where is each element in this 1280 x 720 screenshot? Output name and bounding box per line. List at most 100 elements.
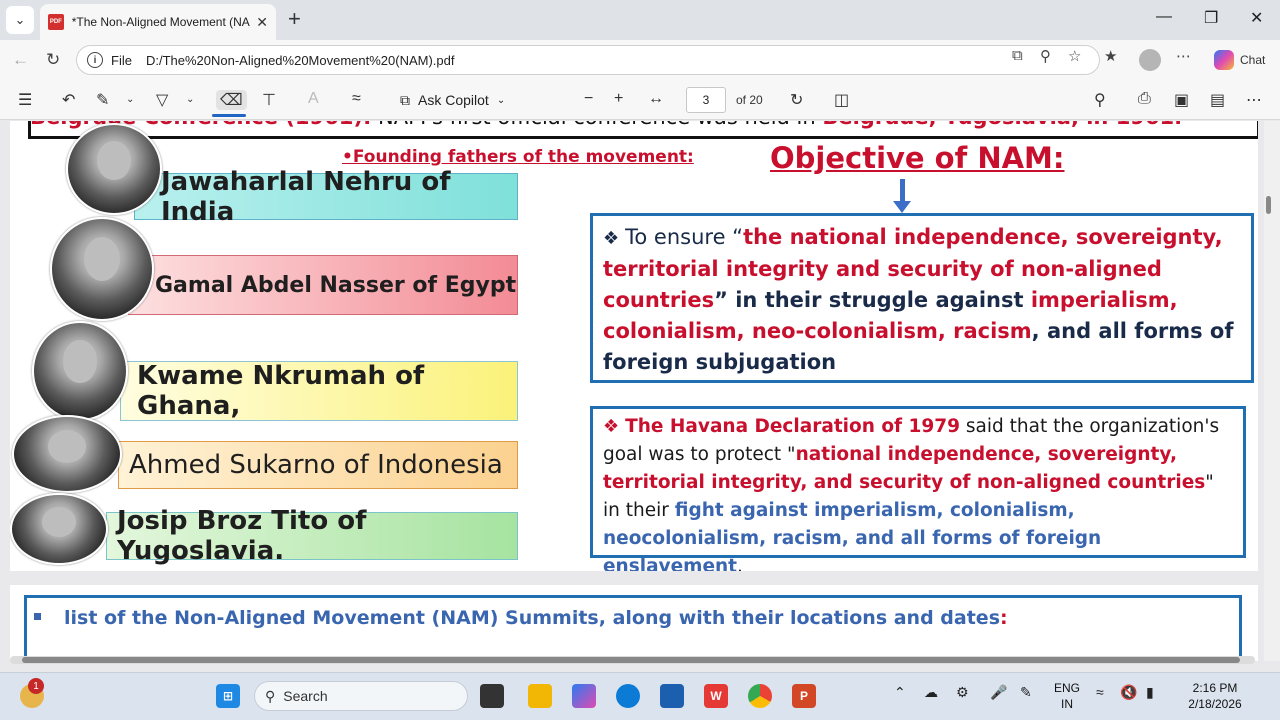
chrome-icon[interactable] xyxy=(748,684,772,708)
powerpoint-icon[interactable]: P xyxy=(792,684,816,708)
leader-name: Gamal Abdel Nasser of Egypt xyxy=(155,272,517,298)
rotate-icon[interactable]: ↻ xyxy=(790,90,803,110)
chat-label: Chat xyxy=(1240,53,1266,67)
page-count: of 20 xyxy=(736,93,763,107)
wps-office-icon[interactable]: W xyxy=(704,684,728,708)
address-bar: ← ↻ i File D:/The%20Non-Aligned%20Moveme… xyxy=(0,40,1280,80)
founders-title: •Founding fathers of the movement: xyxy=(342,147,694,167)
save-icon[interactable]: ▣ xyxy=(1174,90,1189,110)
tray-overflow-chevron-icon[interactable]: ⌃ xyxy=(894,684,906,701)
security-icon[interactable]: ⚙ xyxy=(956,684,969,701)
tab-active[interactable]: PDF *The Non-Aligned Movement (NAM ✕ xyxy=(40,4,276,40)
taskbar xyxy=(0,672,1280,720)
start-windows-icon[interactable]: ⊞ xyxy=(216,684,240,708)
add-text-icon[interactable]: ⊤ xyxy=(262,90,276,110)
pdf-page: Belgrade Conference (1961): NAM's first … xyxy=(10,121,1258,571)
save-as-icon[interactable]: ▤ xyxy=(1210,90,1225,110)
page-number-input[interactable]: 3 xyxy=(686,87,726,113)
highlight-icon[interactable]: ✎ xyxy=(96,90,109,110)
new-tab-plus-icon[interactable]: + xyxy=(288,8,301,30)
summit-heading: list of the Non-Aligned Movement (NAM) S… xyxy=(64,607,1008,629)
horizontal-scroll-thumb[interactable] xyxy=(22,657,1240,663)
clock-date: 2/18/2026 xyxy=(1188,697,1242,711)
vertical-scroll-thumb[interactable] xyxy=(1266,196,1271,214)
down-arrow-icon xyxy=(893,201,911,213)
sukarno-photo xyxy=(12,415,122,493)
undo-icon[interactable]: ↶ xyxy=(62,90,75,110)
pdf-toolbar: ☰ ↶ ✎ ⌄ ▽ ⌄ ⌫ ⊤ A ≈ − + ↔ ↻ ◫ ⚲ ⎙ ▣ ▤ ⋯ xyxy=(0,80,1280,120)
find-icon[interactable]: ⚲ xyxy=(1094,90,1106,110)
search-label: Search xyxy=(283,688,328,704)
nehru-photo xyxy=(66,123,162,215)
edge-browser-icon[interactable] xyxy=(616,684,640,708)
objective-box: ❖ To ensure “the national independence, s… xyxy=(590,213,1254,383)
input-language[interactable]: ENG IN xyxy=(1052,680,1082,712)
url-text[interactable]: D:/The%20Non-Aligned%20Movement%20(NAM).… xyxy=(146,53,455,68)
objective-lead: To ensure “ xyxy=(625,225,744,249)
onedrive-cloud-icon[interactable]: ☁ xyxy=(924,684,938,701)
tab-close-icon[interactable]: ✕ xyxy=(256,14,268,31)
pdf-favicon-icon: PDF xyxy=(48,14,64,30)
translate-icon[interactable]: ≈ xyxy=(352,90,361,108)
leader-box-nasser: Gamal Abdel Nasser of Egypt xyxy=(128,255,518,315)
task-view-icon[interactable] xyxy=(480,684,504,708)
leader-box-tito: Josip Broz Tito of Yugoslavia. xyxy=(106,506,518,566)
pen-icon[interactable]: ✎ xyxy=(1020,684,1032,701)
more-menu-icon[interactable]: ⋯ xyxy=(1176,47,1191,65)
wifi-icon[interactable]: ≈ xyxy=(1096,684,1104,700)
system-clock[interactable]: 2:16 PM 2/18/2026 xyxy=(1180,680,1250,712)
zoom-in-icon[interactable]: + xyxy=(614,90,623,108)
leader-name: Ahmed Sukarno of Indonesia xyxy=(129,450,503,480)
immersive-reader-icon[interactable]: ⧉ xyxy=(1012,47,1023,64)
diamond-bullet-icon: ❖ xyxy=(603,228,620,249)
page-view-icon[interactable]: ◫ xyxy=(834,90,849,110)
leader-box-nehru: Jawaharlal Nehru of India xyxy=(134,167,518,227)
cut-heading-red-2: Belgrade, Yugoslavia, in 1961. xyxy=(822,121,1182,129)
url-omnibox[interactable]: i File D:/The%20Non-Aligned%20Movement%2… xyxy=(76,45,1100,75)
profile-avatar[interactable] xyxy=(1139,49,1161,71)
restore-icon[interactable]: ❐ xyxy=(1204,8,1218,28)
fit-width-icon[interactable]: ↔ xyxy=(648,90,664,108)
read-aloud-icon[interactable]: A xyxy=(308,90,319,108)
copilot-chat-button[interactable]: Chat xyxy=(1206,47,1273,73)
draw-dropdown-icon[interactable]: ⌄ xyxy=(186,94,194,105)
pdf-more-icon[interactable]: ⋯ xyxy=(1246,90,1262,110)
battery-icon[interactable]: ▮ xyxy=(1146,684,1154,701)
zoom-out-icon[interactable]: − xyxy=(584,90,593,108)
havana-blue: fight against imperialism, colonialism, … xyxy=(603,500,1102,571)
cut-off-heading: Belgrade Conference (1961): NAM's first … xyxy=(30,121,1182,129)
nasser-photo xyxy=(50,217,154,321)
window-close-icon[interactable]: ✕ xyxy=(1250,8,1263,28)
tab-strip: ⌄ PDF *The Non-Aligned Movement (NAM ✕ +… xyxy=(0,0,1280,40)
contents-icon[interactable]: ☰ xyxy=(18,90,32,110)
refresh-icon[interactable]: ↻ xyxy=(46,50,60,70)
lang-code: ENG xyxy=(1053,681,1080,695)
draw-icon[interactable]: ▽ xyxy=(156,90,168,110)
microphone-icon[interactable]: 🎤 xyxy=(990,684,1007,701)
ask-copilot-label: Ask Copilot xyxy=(418,92,489,108)
ask-copilot-button[interactable]: ⧉ Ask Copilot ⌄ xyxy=(400,89,505,111)
eraser-icon[interactable]: ⌫ xyxy=(216,90,247,110)
minimize-icon[interactable]: — xyxy=(1156,8,1172,26)
highlight-dropdown-icon[interactable]: ⌄ xyxy=(126,94,134,105)
pdf-page-next: list of the Non-Aligned Movement (NAM) S… xyxy=(10,585,1258,661)
summit-heading-text: list of the Non-Aligned Movement (NAM) S… xyxy=(64,607,1001,629)
favorites-icon[interactable]: ★ xyxy=(1104,47,1117,65)
tab-list-chevron-icon[interactable]: ⌄ xyxy=(6,6,34,34)
copilot-app-icon[interactable] xyxy=(572,684,596,708)
document-viewport[interactable]: Belgrade Conference (1961): NAM's first … xyxy=(0,121,1264,661)
notification-badge: 1 xyxy=(28,678,44,694)
square-bullet-icon xyxy=(34,613,41,620)
info-icon[interactable]: i xyxy=(87,52,103,68)
zoom-icon[interactable]: ⚲ xyxy=(1040,47,1051,65)
cut-heading-red-1: Belgrade Conference (1961): xyxy=(30,121,371,129)
print-icon[interactable]: ⎙ xyxy=(1138,90,1151,108)
summit-colon: : xyxy=(1000,607,1008,629)
back-arrow-icon[interactable]: ← xyxy=(12,50,29,70)
file-explorer-icon[interactable] xyxy=(528,684,552,708)
favorite-star-icon[interactable]: ☆ xyxy=(1068,47,1081,65)
taskbar-search[interactable]: ⚲ Search xyxy=(254,681,468,711)
volume-muted-icon[interactable]: 🔇 xyxy=(1120,684,1137,701)
objective-title: Objective of NAM: xyxy=(770,141,1065,175)
microsoft-store-icon[interactable] xyxy=(660,684,684,708)
